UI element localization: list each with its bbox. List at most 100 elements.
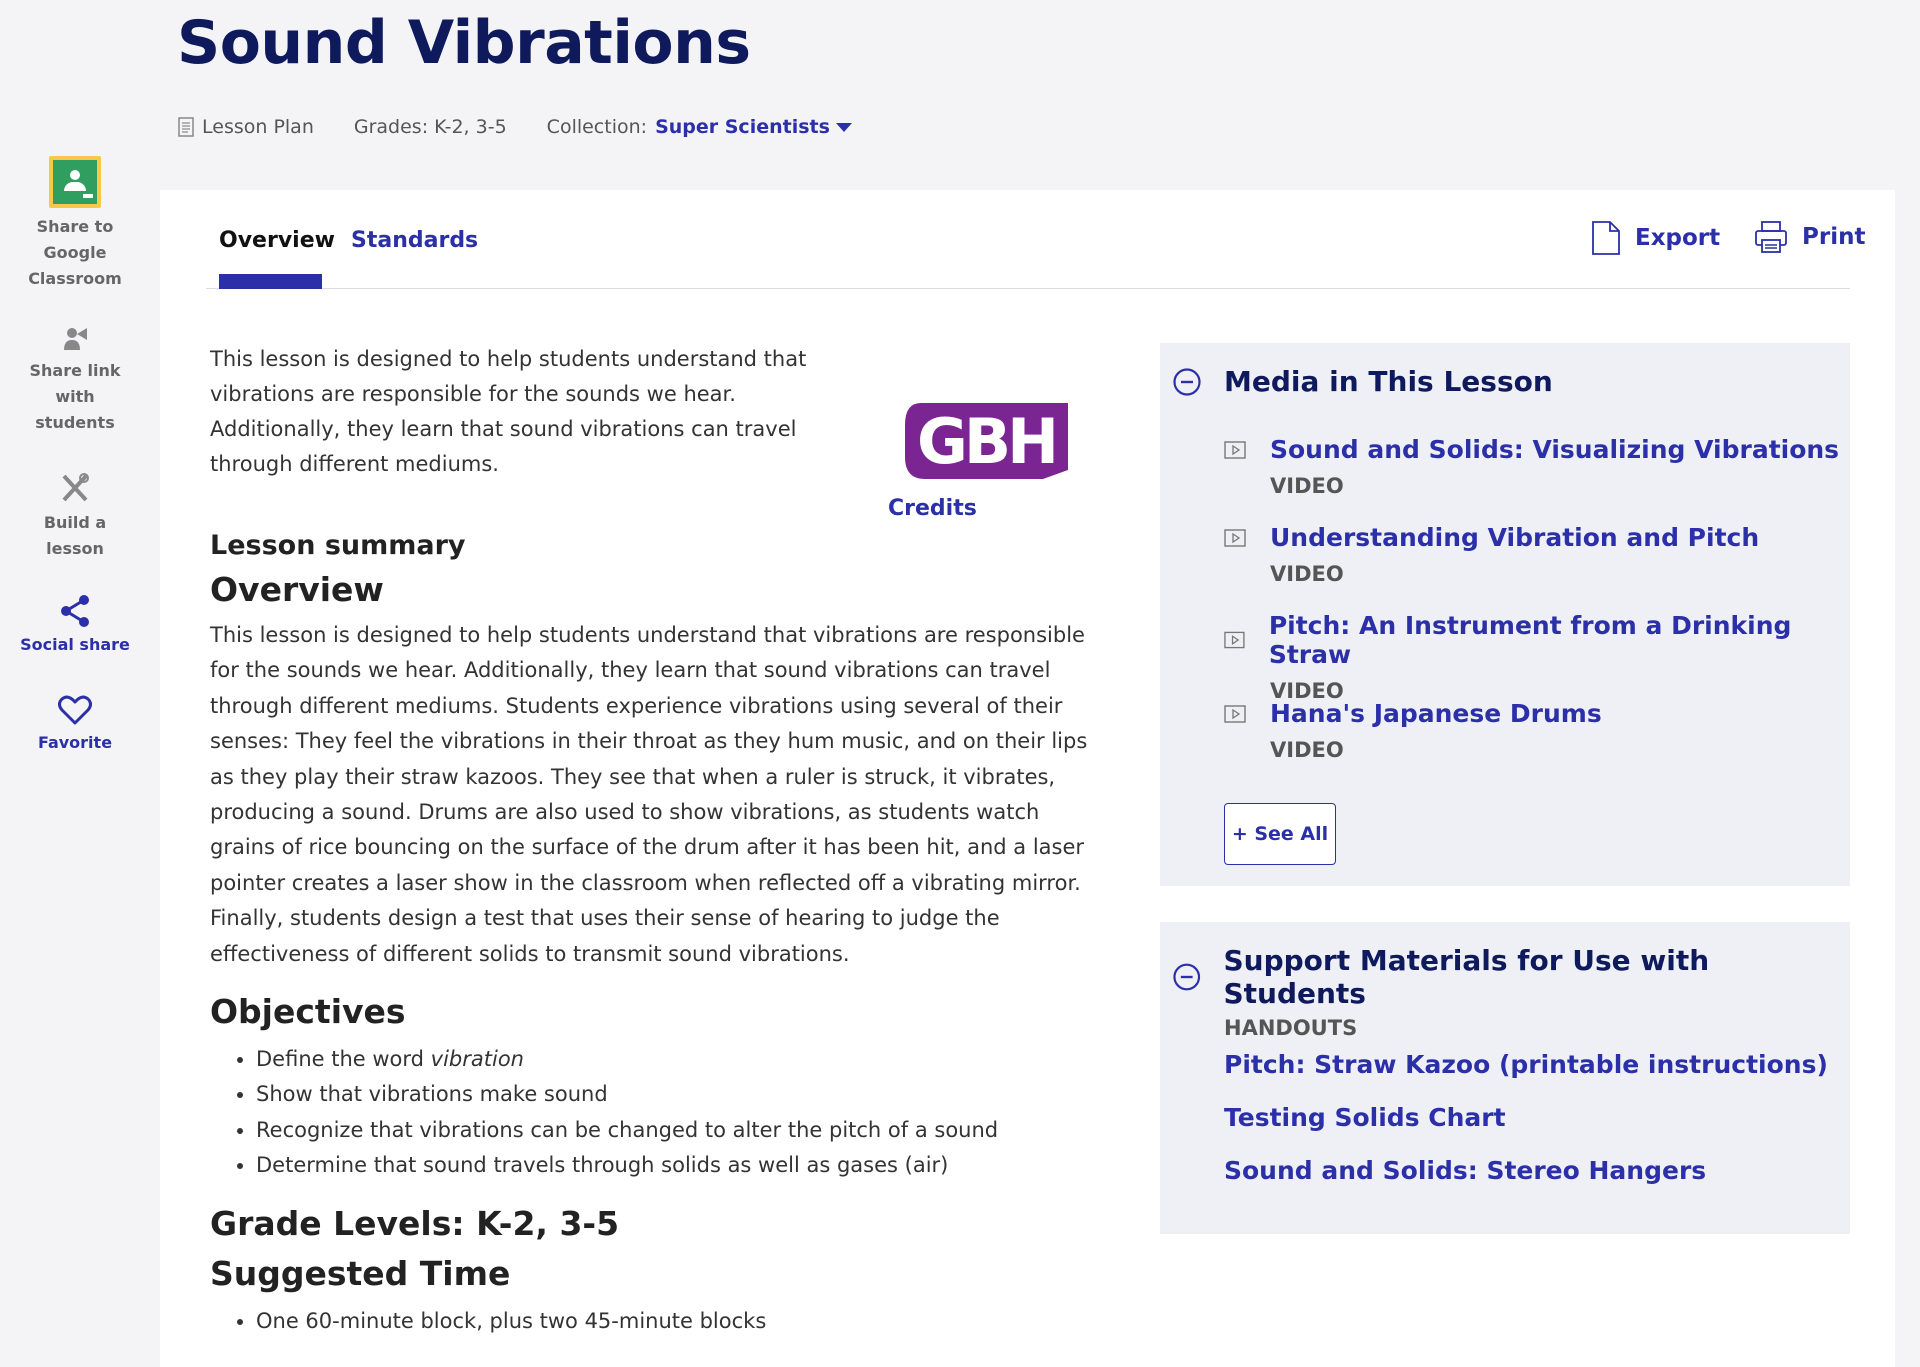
media-title: Pitch: An Instrument from a Drinking Str… <box>1268 611 1792 669</box>
media-type: VIDEO <box>1270 738 1344 762</box>
share-link-button[interactable]: Share link with students <box>0 326 150 436</box>
support-link[interactable]: Sound and Solids: Stereo Hangers <box>1224 1156 1706 1185</box>
file-icon <box>1592 221 1620 255</box>
rail-label: students <box>35 413 115 432</box>
media-card: Media in This Lesson Sound and Solids: V… <box>1160 343 1850 886</box>
rail-label: Classroom <box>28 269 122 288</box>
heart-icon <box>58 695 92 725</box>
rail-label: with <box>55 387 95 406</box>
support-link[interactable]: Testing Solids Chart <box>1224 1103 1506 1132</box>
tab-standards[interactable]: Standards <box>351 228 478 253</box>
print-button[interactable]: Print <box>1754 220 1865 254</box>
overview-line: for the sounds we hear. Additionally, th… <box>210 658 1051 683</box>
suggested-time-list: One 60-minute block, plus two 45-minute … <box>256 1304 1096 1339</box>
list-item: Recognize that vibrations can be changed… <box>256 1113 1096 1148</box>
rail-label: Favorite <box>37 733 113 752</box>
media-link[interactable]: Sound and Solids: Visualizing Vibrations <box>1224 435 1839 464</box>
build-lesson-button[interactable]: Build a lesson <box>0 472 150 562</box>
support-card: Support Materials for Use with Students … <box>1160 922 1850 1234</box>
video-icon <box>1224 528 1246 547</box>
media-title: Understanding Vibration and Pitch <box>1270 523 1760 552</box>
lesson-tabs: Overview Standards Export Print <box>206 190 1865 289</box>
collapse-icon[interactable] <box>1172 367 1202 397</box>
rail-label: Google <box>43 243 107 262</box>
rail-label: Share link <box>29 361 121 380</box>
grades-label: Grades: K-2, 3-5 <box>353 116 507 138</box>
social-share-button[interactable]: Social share <box>0 594 150 658</box>
lesson-meta: Lesson Plan Grades: K-2, 3-5 Collection:… <box>178 116 852 138</box>
collection-dropdown[interactable]: Super Scientists <box>655 116 852 138</box>
video-icon <box>1224 440 1246 459</box>
lesson-panel: Overview Standards Export Print This les… <box>160 190 1895 1367</box>
media-heading: Media in This Lesson <box>1224 365 1553 398</box>
objective-emphasis: vibration <box>430 1047 524 1071</box>
overview-line: This lesson is designed to help students… <box>210 623 1085 647</box>
intro-line: through different mediums. <box>210 452 499 476</box>
collection-label: Collection: <box>546 116 648 138</box>
collection-name: Super Scientists <box>655 116 830 138</box>
media-link[interactable]: Pitch: An Instrument from a Drinking Str… <box>1224 611 1850 669</box>
overview-line: producing a sound. Drums are also used t… <box>210 800 1040 825</box>
support-link[interactable]: Pitch: Straw Kazoo (printable instructio… <box>1224 1050 1828 1079</box>
credits-link[interactable]: Credits <box>888 496 977 521</box>
media-title: Sound and Solids: Visualizing Vibrations <box>1270 435 1840 464</box>
media-type: VIDEO <box>1270 562 1344 586</box>
list-item: Sound and Solids: Visualizing Vibrations… <box>1224 435 1839 498</box>
intro-line: Additionally, they learn that sound vibr… <box>210 417 797 441</box>
build-tools-icon <box>62 473 89 502</box>
video-icon <box>1224 631 1245 649</box>
objective-text: Define the word <box>256 1047 431 1071</box>
list-item: Understanding Vibration and Pitch VIDEO <box>1224 523 1759 586</box>
gbh-logo: GBH <box>905 403 1068 479</box>
rail-label: Share to <box>36 217 114 236</box>
chevron-down-icon <box>835 123 852 132</box>
list-item: Hana's Japanese Drums VIDEO <box>1224 699 1602 762</box>
rail-label: Social share <box>20 635 130 654</box>
rail-label: lesson <box>46 539 104 558</box>
share-google-classroom-button[interactable]: Share to Google Classroom <box>0 156 150 292</box>
intro-line: This lesson is designed to help students… <box>210 347 807 371</box>
handouts-label: HANDOUTS <box>1224 1016 1358 1040</box>
export-button[interactable]: Export <box>1591 220 1720 256</box>
overview-line: as they play their straw kazoos. They se… <box>210 764 1056 789</box>
video-icon <box>1224 704 1246 723</box>
logo-text: GBH <box>917 405 1055 478</box>
share-icon <box>61 595 89 627</box>
collection: Collection: Super Scientists <box>547 116 852 138</box>
overview-line: senses: They feel the vibrations in thei… <box>210 729 1088 754</box>
list-item: Define the word vibration <box>256 1042 1096 1077</box>
list-item: Determine that sound travels through sol… <box>256 1148 1096 1183</box>
list-item: Show that vibrations make sound <box>256 1077 1096 1112</box>
list-item: Pitch: An Instrument from a Drinking Str… <box>1224 611 1850 703</box>
overview-line: pointer creates a laser show in the clas… <box>210 870 1081 895</box>
objectives-heading: Objectives <box>210 992 406 1031</box>
resource-type-label: Lesson Plan <box>202 116 314 138</box>
overview-line: Finally, students design a test that use… <box>210 906 1000 931</box>
overview-line: grains of rice bouncing on the surface o… <box>210 835 1085 860</box>
google-classroom-icon <box>49 156 101 208</box>
favorite-button[interactable]: Favorite <box>0 694 150 756</box>
tab-overview[interactable]: Overview <box>219 228 335 253</box>
see-all-button[interactable]: + See All <box>1224 803 1336 865</box>
support-card-header[interactable]: Support Materials for Use with Students <box>1172 944 1850 1010</box>
overview-line: effectiveness of different solids to tra… <box>210 941 850 966</box>
overview-line: through different mediums. Students expe… <box>210 693 1063 718</box>
support-heading: Support Materials for Use with Students <box>1223 944 1710 1010</box>
media-link[interactable]: Hana's Japanese Drums <box>1224 699 1602 728</box>
active-tab-indicator <box>219 274 322 289</box>
media-link[interactable]: Understanding Vibration and Pitch <box>1224 523 1759 552</box>
intro-text: This lesson is designed to help students… <box>210 342 830 482</box>
print-label: Print <box>1802 224 1866 250</box>
media-type: VIDEO <box>1270 474 1344 498</box>
lesson-summary-heading: Lesson summary <box>210 530 466 561</box>
overview-heading: Overview <box>210 570 384 609</box>
objectives-list: Define the word vibration Show that vibr… <box>256 1042 1096 1184</box>
media-card-header[interactable]: Media in This Lesson <box>1172 365 1553 398</box>
page-title: Sound Vibrations <box>177 8 751 78</box>
collapse-icon[interactable] <box>1172 962 1201 992</box>
suggested-time-heading: Suggested Time <box>210 1254 511 1293</box>
list-item: One 60-minute block, plus two 45-minute … <box>256 1304 1096 1339</box>
resource-type: Lesson Plan <box>178 116 314 138</box>
document-icon <box>178 117 194 137</box>
share-link-icon <box>64 328 87 350</box>
